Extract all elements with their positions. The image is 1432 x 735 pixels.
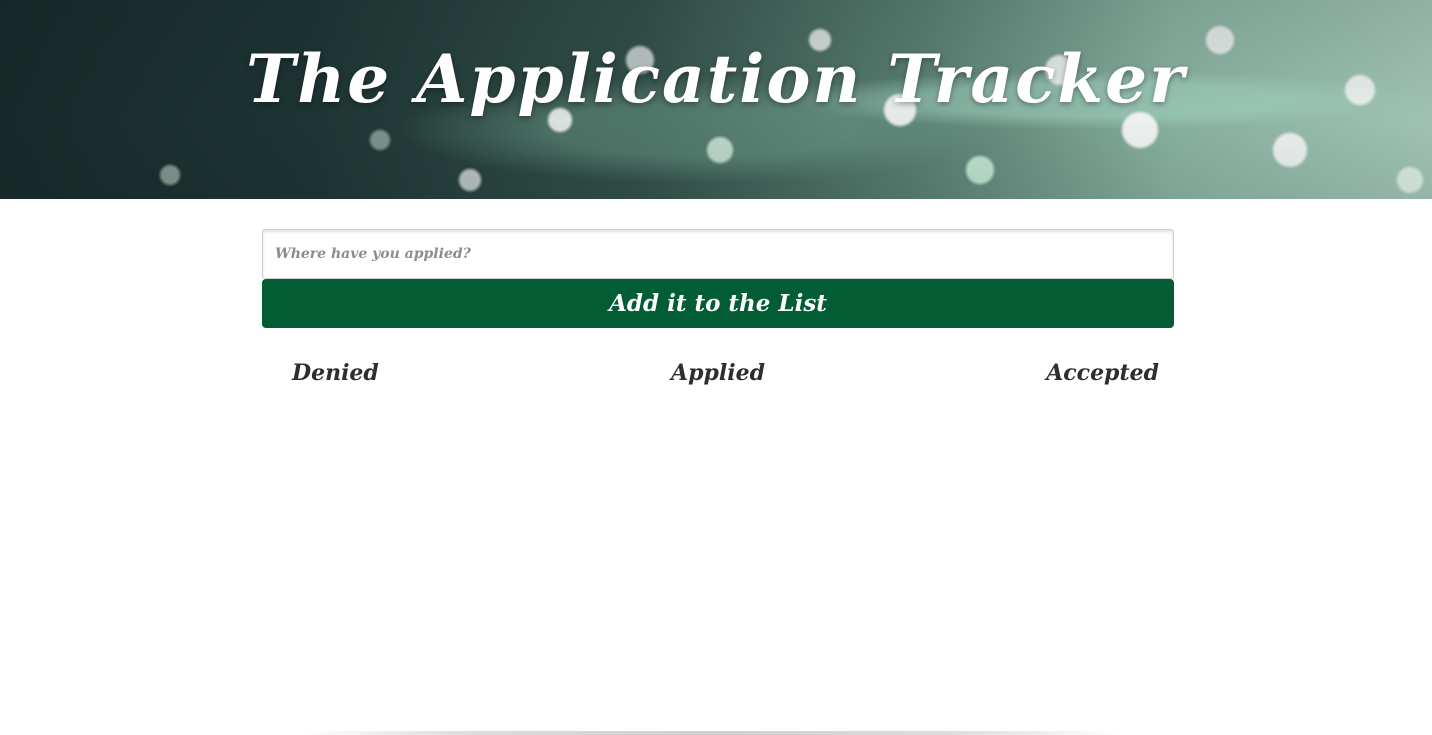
page-title: The Application Tracker bbox=[246, 40, 1186, 118]
hero-banner: The Application Tracker bbox=[0, 0, 1432, 199]
column-heading-applied: Applied bbox=[671, 360, 765, 386]
status-columns: Denied Applied Accepted bbox=[262, 360, 1174, 400]
application-input[interactable] bbox=[262, 229, 1174, 279]
footer-divider bbox=[300, 731, 1120, 735]
column-heading-accepted: Accepted bbox=[1046, 360, 1159, 386]
add-to-list-button[interactable]: Add it to the List bbox=[262, 279, 1174, 328]
application-form: Add it to the List bbox=[262, 229, 1174, 328]
